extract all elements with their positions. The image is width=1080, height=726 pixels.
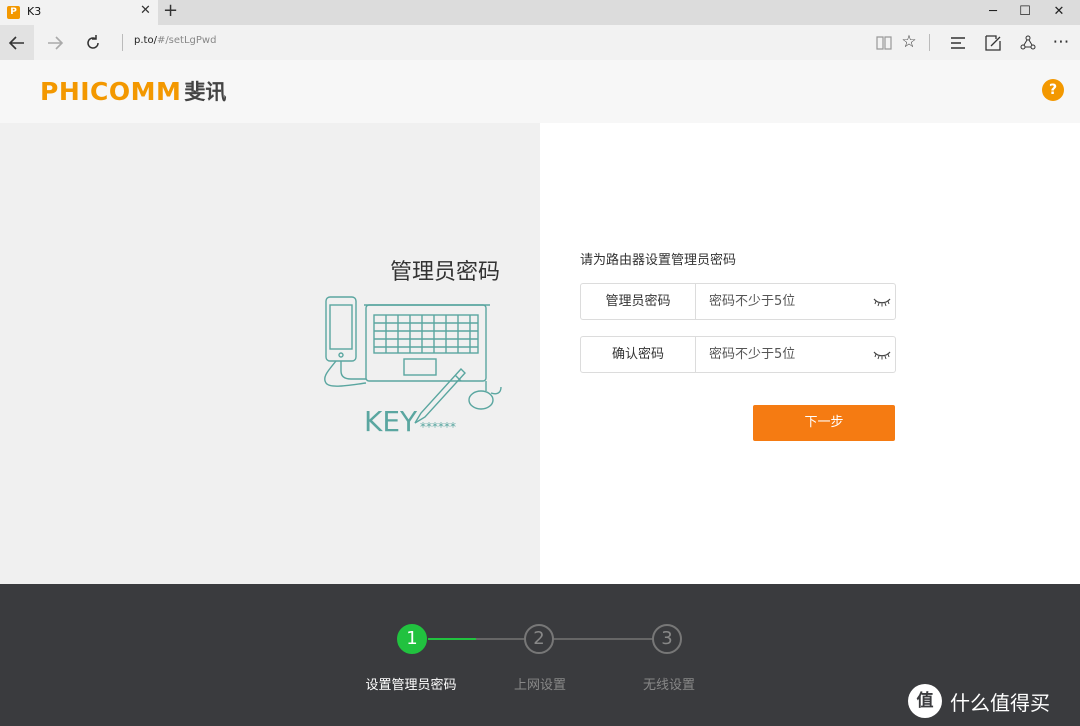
- browser-tab[interactable]: P K3 ✕: [0, 0, 158, 25]
- tab-title: K3: [27, 5, 42, 18]
- hide-password-eye-icon[interactable]: [873, 349, 891, 361]
- left-panel: 管理员密码 KEY ******: [0, 123, 540, 584]
- new-tab-button[interactable]: +: [163, 0, 178, 21]
- window-close-icon[interactable]: ✕: [1044, 3, 1074, 21]
- confirm-password-input[interactable]: [697, 337, 867, 372]
- illustration-mask-text: ******: [420, 420, 456, 434]
- refresh-icon[interactable]: [76, 25, 110, 60]
- browser-navbar: p.to/#/setLgPwd ☆ ⋯: [0, 25, 1080, 60]
- address-host: p.to/: [134, 35, 157, 46]
- phicomm-logo: PHICOMM 斐讯: [40, 76, 227, 106]
- phicomm-favicon-icon: P: [7, 6, 20, 19]
- address-separator: [122, 34, 123, 51]
- favorite-star-icon[interactable]: ☆: [895, 25, 923, 60]
- illustration-key-text: KEY: [364, 405, 418, 438]
- confirm-password-field: 确认密码: [580, 336, 896, 373]
- step-3-circle: 3: [652, 624, 682, 654]
- address-bar[interactable]: p.to/#/setLgPwd: [134, 35, 216, 46]
- more-icon[interactable]: ⋯: [1047, 25, 1075, 60]
- smzdm-watermark: 值 什么值得买: [908, 684, 1050, 718]
- right-panel: 请为路由器设置管理员密码 管理员密码 确认密码 下一步: [540, 123, 1080, 584]
- next-step-button[interactable]: 下一步: [753, 405, 895, 441]
- watermark-badge: 值: [908, 684, 942, 718]
- admin-password-label: 管理员密码: [581, 284, 696, 319]
- share-icon[interactable]: [1014, 25, 1042, 60]
- setup-steps-footer: 1 2 3 设置管理员密码 上网设置 无线设置 值 什么值得买: [0, 584, 1080, 726]
- watermark-text: 什么值得买: [950, 690, 1050, 715]
- reading-view-icon[interactable]: [870, 25, 898, 60]
- hub-icon[interactable]: [944, 25, 972, 60]
- admin-password-field: 管理员密码: [580, 283, 896, 320]
- back-icon[interactable]: [0, 25, 34, 60]
- hide-password-eye-icon[interactable]: [873, 296, 891, 308]
- confirm-password-label: 确认密码: [581, 337, 696, 372]
- step-connector-line: [552, 638, 654, 640]
- step-2-label: 上网设置: [513, 678, 566, 693]
- page-header: PHICOMM 斐讯 ?: [0, 60, 1080, 123]
- forward-icon[interactable]: [38, 25, 72, 60]
- step-2-circle: 2: [524, 624, 554, 654]
- section-title: 管理员密码: [389, 260, 500, 285]
- minimize-icon[interactable]: ─: [978, 3, 1008, 21]
- logo-en: PHICOMM: [40, 76, 182, 106]
- logo-cn: 斐讯: [184, 80, 227, 104]
- form-title: 请为路由器设置管理员密码: [580, 253, 737, 268]
- laptop-phone-key-illustration: KEY ******: [324, 296, 502, 438]
- browser-titlebar: P K3 ✕ + ─ ☐ ✕: [0, 0, 1080, 25]
- step-progress-line: [428, 638, 476, 640]
- step-3-label: 无线设置: [642, 678, 695, 693]
- web-note-icon[interactable]: [979, 25, 1007, 60]
- maximize-icon[interactable]: ☐: [1010, 3, 1040, 21]
- admin-password-input[interactable]: [697, 284, 867, 319]
- toolbar-separator: [929, 34, 930, 51]
- help-button[interactable]: ?: [1042, 79, 1064, 101]
- address-path: #/setLgPwd: [156, 35, 217, 46]
- step-1-label: 设置管理员密码: [365, 678, 457, 693]
- step-1-circle: 1: [397, 624, 427, 654]
- tab-close-icon[interactable]: ✕: [140, 3, 151, 18]
- step-connector-line: [476, 638, 526, 640]
